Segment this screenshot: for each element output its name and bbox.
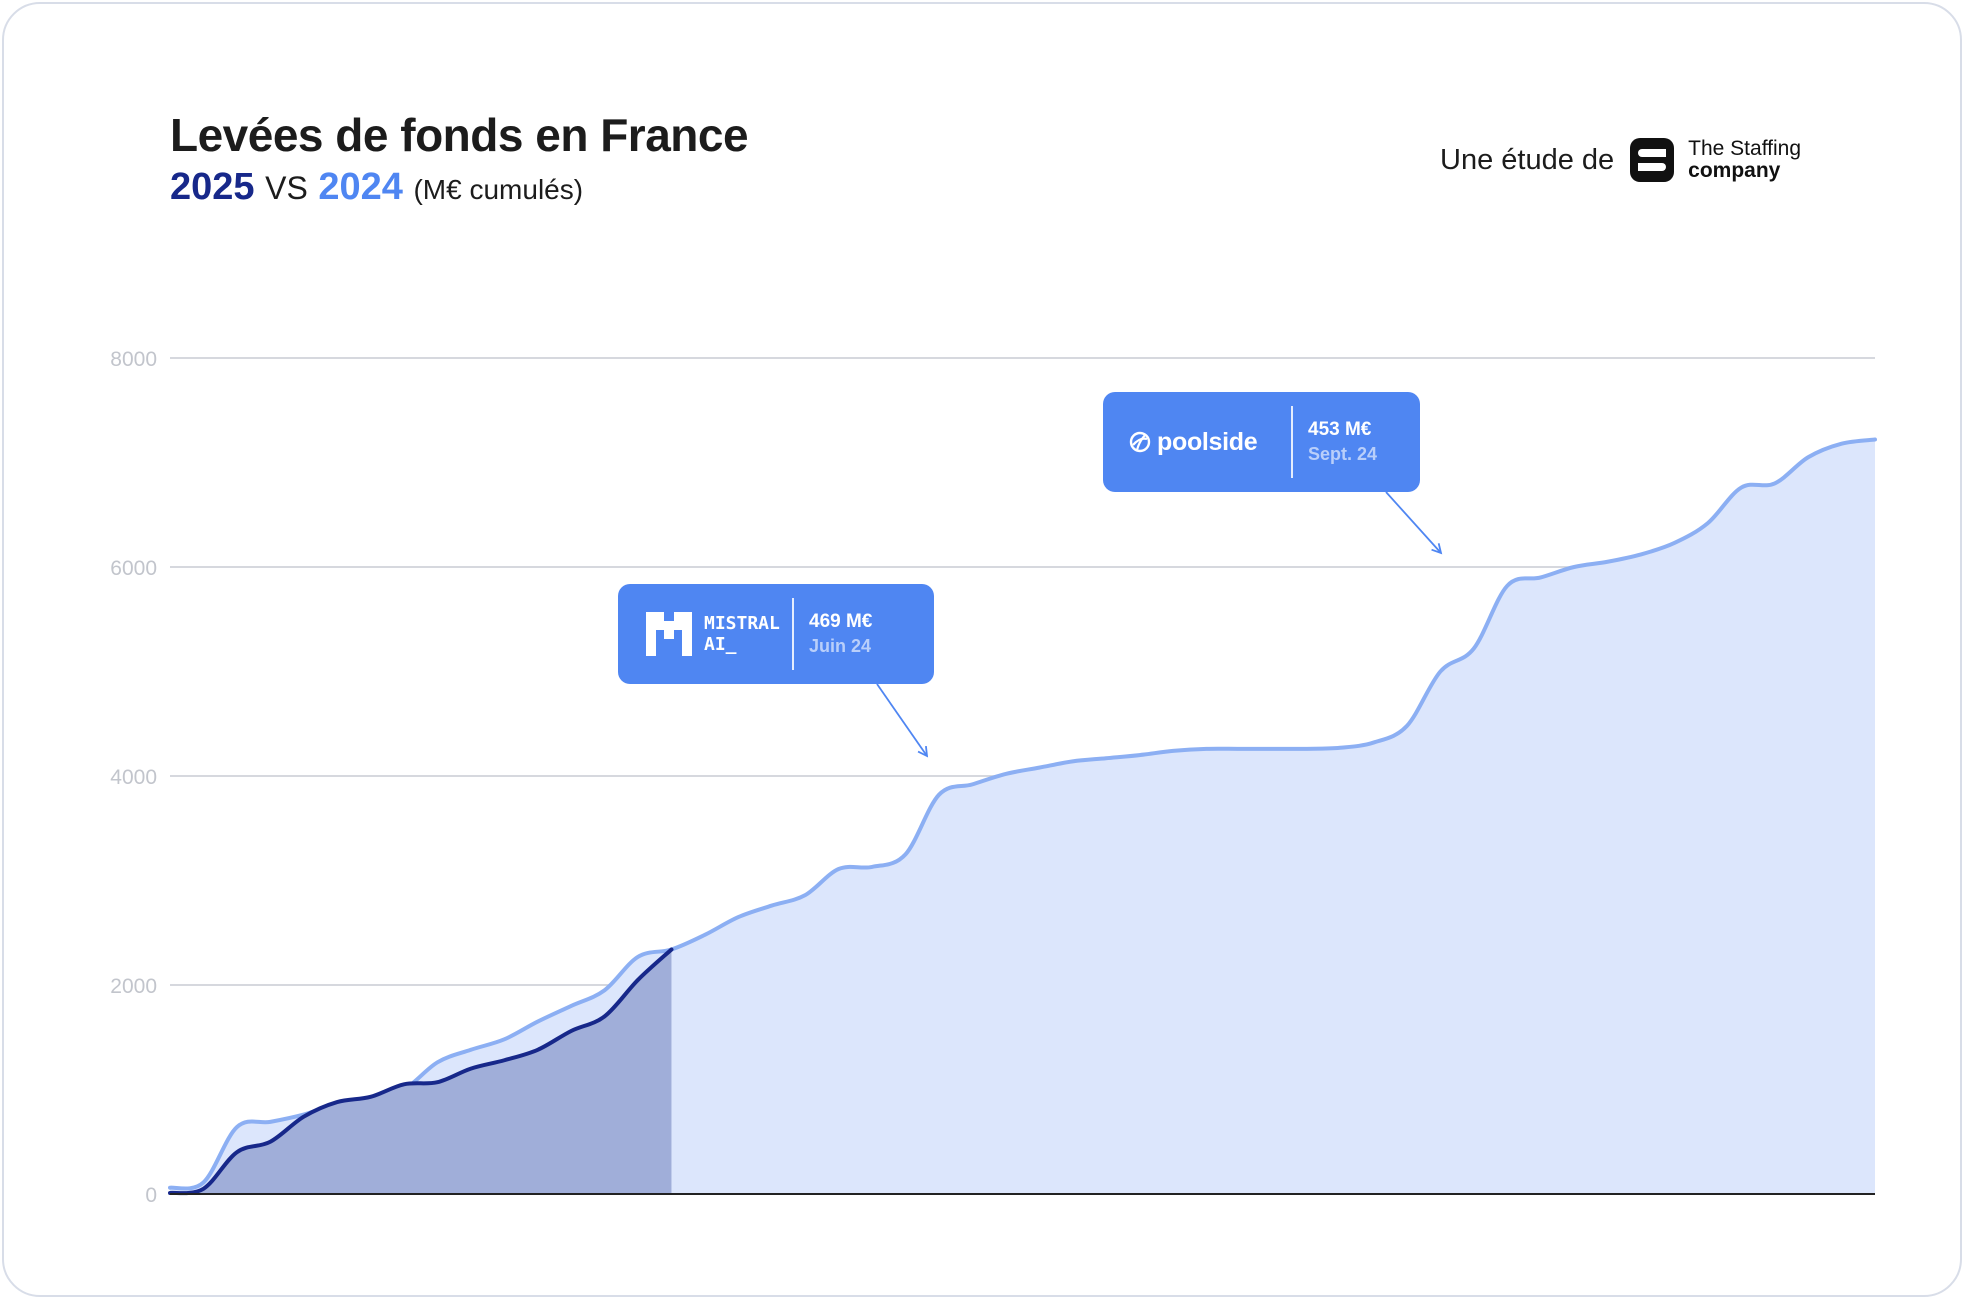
y-tick-label: 6000 [110, 557, 157, 580]
series-areas [168, 437, 1877, 1196]
y-axis-ticks: 0 2000 4000 6000 8000 [110, 348, 157, 1207]
mistral-date: Juin 24 [809, 636, 872, 656]
arrow-mistral [876, 683, 928, 757]
mistral-logo-line2: AI_ [704, 634, 737, 655]
poolside-stats: 453 M€ Sept. 24 [1293, 418, 1377, 466]
poolside-date: Sept. 24 [1308, 444, 1378, 464]
callout-arrows [876, 491, 1443, 758]
area-2025 [170, 949, 672, 1194]
area-2024 [170, 439, 1875, 1194]
callout-poolside: poolside 453 M€ Sept. 24 [1103, 392, 1420, 492]
mistral-stats: 469 M€ Juin 24 [794, 610, 872, 658]
chart-plot: 0 2000 4000 6000 8000 [110, 348, 1877, 1207]
y-tick-label: 4000 [110, 766, 157, 789]
callout-mistral: MISTRAL AI_ 469 M€ Juin 24 [618, 584, 934, 684]
y-tick-label: 8000 [110, 348, 157, 371]
mistral-value: 469 M€ [809, 611, 873, 632]
poolside-value: 453 M€ [1308, 419, 1372, 440]
mistral-logo: MISTRAL AI_ [618, 612, 792, 656]
arrow-poolside [1385, 491, 1442, 554]
mistral-logo-text: MISTRAL AI_ [704, 613, 780, 655]
poolside-logo-text: poolside [1157, 427, 1258, 456]
y-tick-label: 0 [145, 1184, 157, 1207]
mistral-logo-icon [646, 612, 692, 656]
mistral-logo-line1: MISTRAL [704, 613, 780, 634]
y-tick-label: 2000 [110, 975, 157, 998]
poolside-logo-icon [1129, 431, 1151, 453]
poolside-logo: poolside [1103, 428, 1291, 457]
